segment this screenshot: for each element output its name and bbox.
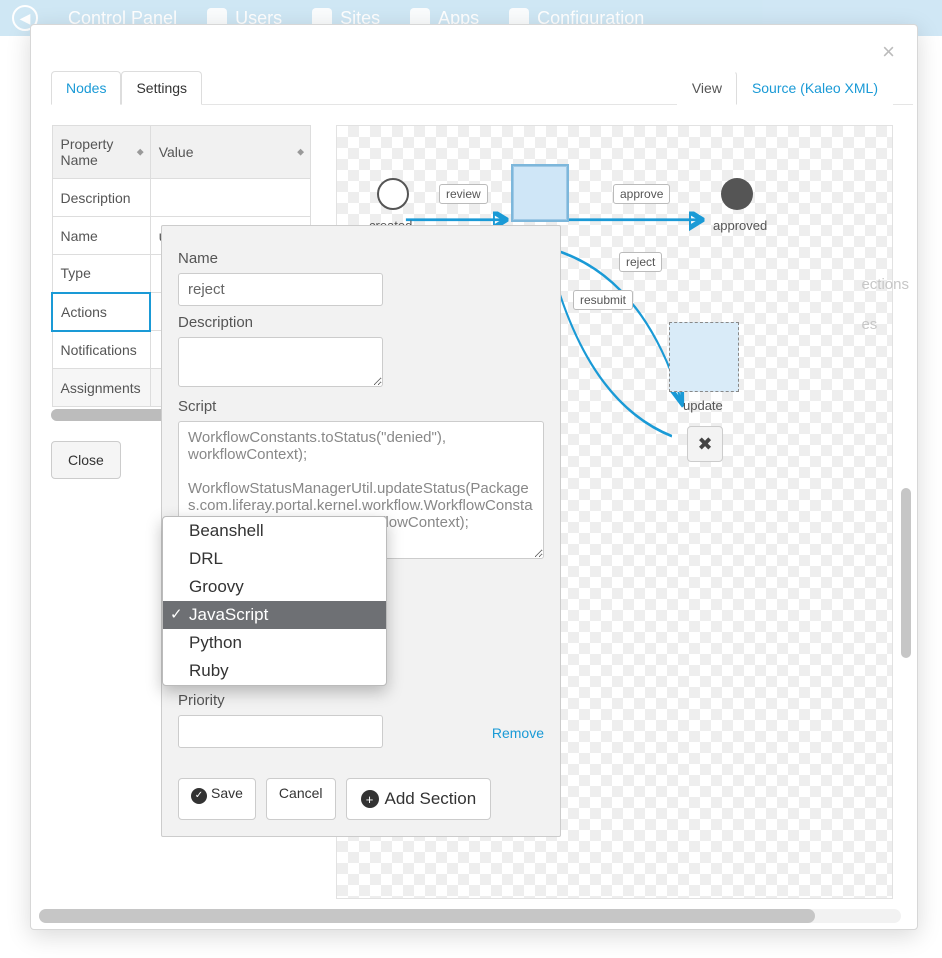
node-label-update: update — [683, 398, 723, 413]
edge-label-reject[interactable]: reject — [619, 252, 662, 272]
editor-tabs: Nodes Settings View Source (Kaleo XML) — [51, 65, 913, 105]
edge-label-resubmit[interactable]: resubmit — [573, 290, 633, 310]
workflow-editor-modal: × Nodes Settings View Source (Kaleo XML)… — [30, 24, 918, 930]
tab-source[interactable]: Source (Kaleo XML) — [737, 71, 893, 105]
dropdown-option-beanshell[interactable]: Beanshell — [163, 517, 386, 545]
sort-icon: ◆ — [137, 147, 144, 158]
edge-label-review[interactable]: review — [439, 184, 488, 204]
node-update[interactable] — [669, 322, 739, 392]
dropdown-option-ruby[interactable]: Ruby — [163, 657, 386, 685]
label-priority: Priority — [178, 692, 544, 709]
node-label-approved: approved — [713, 218, 767, 233]
edge-label-approve[interactable]: approve — [613, 184, 670, 204]
script-language-dropdown[interactable]: Beanshell DRL Groovy JavaScript Python R… — [162, 516, 387, 686]
node-review[interactable] — [513, 166, 567, 220]
add-section-button[interactable]: +Add Section — [346, 778, 492, 820]
label-description: Description — [178, 314, 544, 331]
name-input[interactable] — [178, 273, 383, 306]
tab-nodes[interactable]: Nodes — [51, 71, 121, 105]
description-textarea[interactable] — [178, 337, 383, 387]
sort-icon: ◆ — [297, 147, 304, 158]
close-button[interactable]: Close — [51, 441, 121, 479]
dropdown-option-javascript[interactable]: JavaScript — [163, 601, 386, 629]
remove-link[interactable]: Remove — [492, 725, 544, 741]
dropdown-option-python[interactable]: Python — [163, 629, 386, 657]
col-property-name[interactable]: Property Name ◆ — [52, 126, 150, 179]
col-value[interactable]: Value ◆ — [150, 126, 310, 179]
plus-icon: + — [361, 790, 379, 808]
cancel-button[interactable]: Cancel — [266, 778, 336, 820]
tab-view[interactable]: View — [677, 71, 737, 105]
check-icon: ✓ — [191, 788, 207, 804]
tab-settings[interactable]: Settings — [121, 71, 202, 105]
modal-horizontal-scrollbar[interactable] — [39, 909, 901, 923]
save-button[interactable]: ✓Save — [178, 778, 256, 820]
delete-node-button[interactable]: ✖ — [687, 426, 723, 462]
dropdown-option-drl[interactable]: DRL — [163, 545, 386, 573]
modal-vertical-scrollbar[interactable] — [901, 75, 911, 901]
priority-input[interactable] — [178, 715, 383, 748]
label-script: Script — [178, 398, 544, 415]
node-end[interactable] — [721, 178, 753, 210]
modal-close-button[interactable]: × — [882, 39, 895, 65]
table-row[interactable]: Description — [52, 179, 311, 217]
dropdown-option-groovy[interactable]: Groovy — [163, 573, 386, 601]
label-name: Name — [178, 250, 544, 267]
node-start[interactable] — [377, 178, 409, 210]
